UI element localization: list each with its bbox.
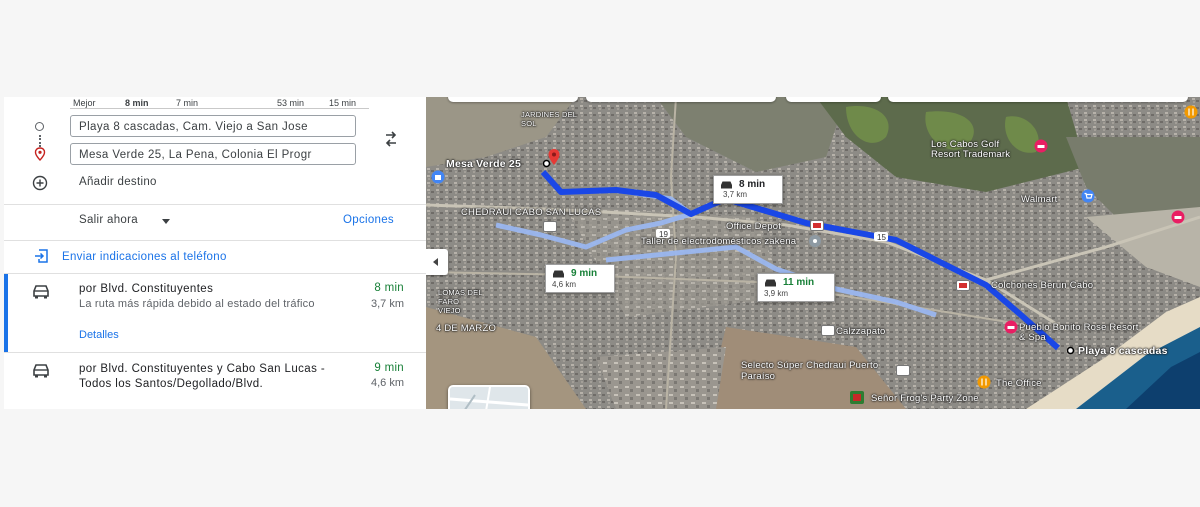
divider	[4, 240, 426, 241]
map-filter-chip[interactable]	[888, 97, 1188, 102]
route-description: La ruta más rápida debido al estado del …	[79, 298, 315, 310]
route-title: por Blvd. Constituyentes	[79, 283, 214, 295]
route-distance: 4,6 km	[370, 377, 404, 389]
map-filter-chip[interactable]	[586, 97, 776, 102]
route-option-2[interactable]: por Blvd. Constituyentes y Cabo San Luca…	[4, 353, 426, 409]
selected-route-indicator	[4, 274, 8, 352]
area-label-jardines-del-sol: JARDINES DEL SOL	[521, 110, 577, 128]
origin-marker-label[interactable]: Playa 8 cascadas	[1078, 345, 1168, 357]
destination-input[interactable]: Mesa Verde 25, La Pena, Colonia El Progr	[70, 143, 356, 165]
callout-time: 8 min	[739, 179, 766, 190]
send-to-phone-icon[interactable]	[34, 248, 50, 264]
collapse-panel-button[interactable]	[426, 249, 448, 275]
callout-distance: 3,9 km	[764, 289, 789, 298]
route-distance: 3,7 km	[370, 298, 404, 310]
place-label-calzzapato[interactable]: Calzzapato	[836, 326, 886, 337]
send-to-phone-link[interactable]: Enviar indicaciones al teléfono	[62, 251, 227, 263]
location-pin-icon[interactable]	[808, 234, 822, 248]
directions-panel: Mejor 8 min 7 min 53 min 15 min Playa 8 …	[4, 97, 426, 409]
svg-text:15: 15	[877, 233, 886, 242]
travel-mode-divider	[70, 108, 369, 109]
office-depot-icon[interactable]	[810, 220, 824, 231]
origin-dot-icon	[1066, 346, 1075, 355]
chevron-down-icon[interactable]	[162, 219, 170, 224]
route-callout-primary[interactable]: 8 min 3,7 km	[713, 175, 783, 204]
route-option-1[interactable]: por Blvd. Constituyentes 8 min La ruta m…	[4, 274, 426, 352]
callout-distance: 3,7 km	[723, 190, 748, 199]
options-button[interactable]: Opciones	[343, 214, 394, 226]
place-label-walmart[interactable]: Walmart	[1021, 194, 1057, 205]
travel-mode-transit[interactable]: 7 min	[176, 98, 198, 108]
destination-pin-icon	[34, 147, 46, 161]
depart-now-dropdown[interactable]: Salir ahora	[79, 214, 138, 226]
place-label-senor-frogs[interactable]: Señor Frog's Party Zone	[871, 393, 979, 404]
bar-icon[interactable]	[850, 391, 864, 404]
layers-preview-icon	[450, 387, 528, 409]
add-destination-icon[interactable]	[32, 175, 48, 191]
add-destination-label[interactable]: Añadir destino	[79, 176, 157, 188]
car-icon	[33, 364, 49, 378]
store-icon[interactable]	[821, 325, 835, 336]
destination-dot-icon	[542, 159, 551, 168]
shopping-cart-icon[interactable]	[1081, 189, 1095, 203]
restaurant-icon[interactable]	[977, 375, 991, 389]
place-label-the-office[interactable]: The Office	[996, 378, 1042, 389]
hotel-icon[interactable]	[1034, 139, 1048, 153]
store-icon[interactable]	[896, 365, 910, 376]
route-dots-icon	[39, 135, 43, 147]
area-label-4-de-marzo: 4 DE MARZO	[436, 323, 497, 334]
car-icon	[553, 270, 564, 278]
store-icon[interactable]	[956, 280, 970, 291]
car-icon	[33, 285, 49, 299]
route-time: 8 min	[374, 282, 404, 294]
place-label-selecto-chedraui[interactable]: Selecto Súper Chedraui Puerto Paraíso	[741, 360, 901, 382]
travel-mode-best[interactable]: Mejor	[73, 98, 96, 108]
callout-time: 11 min	[783, 277, 815, 288]
destination-marker-label[interactable]: Mesa Verde 25	[446, 158, 521, 170]
swap-icon[interactable]	[382, 130, 400, 148]
route-time: 9 min	[374, 362, 404, 374]
area-label-lomas-del-faro: LOMAS DEL FARO VIEJO	[438, 288, 483, 315]
map-layers-thumbnail[interactable]	[448, 385, 530, 409]
directions-window: Mejor 8 min 7 min 53 min 15 min Playa 8 …	[4, 97, 1200, 409]
hotel-icon[interactable]	[1004, 320, 1018, 334]
place-label-office-depot[interactable]: Office Depot	[726, 221, 781, 232]
map-filter-chip[interactable]	[448, 97, 578, 102]
car-icon	[765, 279, 776, 287]
route-title: por Blvd. Constituyentes y Cabo San Luca…	[79, 363, 326, 390]
place-label-pueblo-bonito[interactable]: Pueblo Bonito Rose Resort & Spa	[1019, 323, 1139, 343]
travel-mode-walking[interactable]: 53 min	[277, 98, 304, 108]
car-icon	[721, 181, 732, 189]
route-callout-alt-1[interactable]: 9 min 4,6 km	[545, 264, 615, 293]
restaurant-icon[interactable]	[1184, 105, 1198, 119]
route-callout-alt-2[interactable]: 11 min 3,9 km	[757, 273, 835, 302]
travel-mode-cycling[interactable]: 15 min	[329, 98, 356, 108]
hotel-icon[interactable]	[1171, 210, 1185, 224]
place-label-golf-resort[interactable]: Los Cabos Golf Resort Trademark	[931, 140, 1031, 160]
travel-mode-bar: Mejor 8 min 7 min 53 min 15 min	[64, 97, 369, 109]
route-details-link[interactable]: Detalles	[79, 329, 119, 341]
place-label-colchones[interactable]: Colchones Berun Cabo	[991, 280, 1093, 291]
travel-mode-driving[interactable]: 8 min	[125, 98, 149, 108]
map-filter-chip[interactable]	[786, 97, 881, 102]
origin-input[interactable]: Playa 8 cascadas, Cam. Viejo a San Jose	[70, 115, 356, 137]
chevron-left-icon	[433, 258, 438, 266]
shopping-icon[interactable]	[431, 170, 445, 184]
divider	[4, 204, 426, 205]
callout-distance: 4,6 km	[552, 280, 577, 289]
store-icon[interactable]	[543, 221, 557, 232]
map-view[interactable]: 19 15 Mesa Verde 25 Playa 8 cascadas 8 m…	[426, 97, 1200, 409]
place-label-taller[interactable]: Taller de electrodomésticos zakena	[641, 237, 801, 247]
callout-time: 9 min	[571, 268, 598, 279]
origin-circle-icon	[35, 122, 44, 131]
place-label-chedraui[interactable]: CHEDRAUI CABO SAN LUCAS	[461, 207, 601, 218]
